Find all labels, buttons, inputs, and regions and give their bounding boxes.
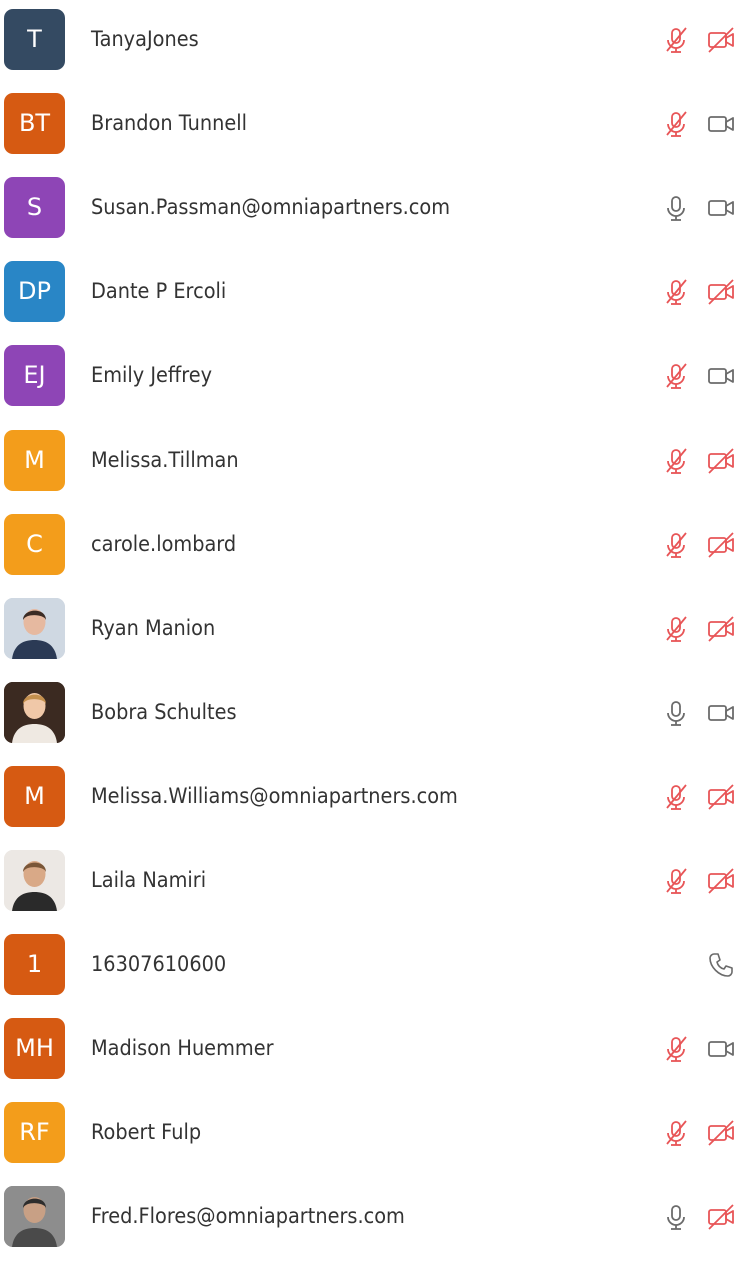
- camera-off-icon[interactable]: [705, 445, 737, 477]
- camera-off-icon[interactable]: [705, 865, 737, 897]
- participant-row[interactable]: Bobra Schultes: [0, 681, 742, 766]
- participant-row[interactable]: S Susan.Passman@omniapartners.com: [0, 177, 742, 261]
- avatar-initials: 1: [4, 934, 65, 996]
- camera-icon[interactable]: [705, 697, 737, 729]
- avatar-initials: C: [4, 513, 65, 575]
- participant-row[interactable]: Fred.Flores@omniapartners.com: [0, 1186, 742, 1270]
- participant-name: Dante P Ercoli: [91, 279, 227, 304]
- phone-icon[interactable]: [705, 949, 737, 981]
- participant-name: Fred.Flores@omniapartners.com: [91, 1204, 405, 1229]
- avatar-initials: EJ: [4, 345, 65, 407]
- camera-off-icon[interactable]: [705, 1117, 737, 1149]
- participant-list: T TanyaJones BT Brandon Tunnell S Susan.Passm…: [0, 0, 742, 1248]
- participant-name: Emily Jeffrey: [91, 363, 213, 388]
- participant-name: Madison Huemmer: [91, 1036, 274, 1061]
- participant-name: Brandon Tunnell: [91, 111, 247, 136]
- participant-row[interactable]: T TanyaJones: [0, 9, 742, 93]
- mic-muted-icon[interactable]: [660, 1117, 692, 1149]
- participant-row[interactable]: M Melissa.Williams@omniapartners.com: [0, 765, 742, 850]
- mic-muted-icon[interactable]: [660, 1033, 692, 1065]
- mic-icon[interactable]: [660, 1201, 692, 1233]
- participant-row[interactable]: EJ Emily Jeffrey: [0, 345, 742, 429]
- camera-off-icon[interactable]: [705, 781, 737, 813]
- avatar-photo: [4, 597, 65, 659]
- avatar-photo: [4, 850, 65, 911]
- avatar-initials: DP: [4, 261, 65, 323]
- camera-icon[interactable]: [705, 108, 737, 140]
- avatar-initials: M: [4, 765, 65, 827]
- avatar-initials: M: [4, 429, 65, 491]
- avatar-initials: S: [4, 177, 65, 239]
- participant-row[interactable]: 1 16307610600: [0, 934, 742, 1018]
- participant-name: TanyaJones: [91, 27, 199, 51]
- avatar-initials: T: [4, 9, 65, 70]
- mic-muted-icon[interactable]: [660, 24, 692, 56]
- avatar-photo: [4, 681, 65, 743]
- participant-name: Robert Fulp: [91, 1120, 202, 1145]
- participant-row[interactable]: DP Dante P Ercoli: [0, 261, 742, 345]
- camera-off-icon[interactable]: [705, 613, 737, 645]
- participant-name: carole.lombard: [91, 531, 237, 556]
- avatar-initials: BT: [4, 93, 65, 155]
- participant-row[interactable]: BT Brandon Tunnell: [0, 93, 742, 177]
- participant-row[interactable]: Laila Namiri: [0, 850, 742, 934]
- avatar-photo: [4, 1186, 65, 1248]
- participant-name: Susan.Passman@omniapartners.com: [91, 195, 451, 220]
- avatar-initials: RF: [4, 1102, 65, 1164]
- mic-muted-icon[interactable]: [660, 613, 692, 645]
- participant-name: Bobra Schultes: [91, 699, 237, 724]
- camera-off-icon[interactable]: [705, 24, 737, 56]
- participant-row[interactable]: Ryan Manion: [0, 597, 742, 682]
- mic-muted-icon[interactable]: [660, 108, 692, 140]
- participant-name: Melissa.Tillman: [91, 447, 239, 472]
- mic-muted-icon[interactable]: [660, 360, 692, 392]
- mic-icon[interactable]: [660, 192, 692, 224]
- mic-muted-icon[interactable]: [660, 865, 692, 897]
- mic-muted-icon[interactable]: [660, 529, 692, 561]
- camera-off-icon[interactable]: [705, 529, 737, 561]
- participant-row[interactable]: RF Robert Fulp: [0, 1102, 742, 1186]
- participant-row[interactable]: MH Madison Huemmer: [0, 1018, 742, 1102]
- mic-muted-icon[interactable]: [660, 445, 692, 477]
- participant-name: Ryan Manion: [91, 615, 216, 640]
- camera-off-icon[interactable]: [705, 1201, 737, 1233]
- camera-icon[interactable]: [705, 1033, 737, 1065]
- camera-icon[interactable]: [705, 192, 737, 224]
- participant-name: Melissa.Williams@omniapartners.com: [91, 783, 458, 808]
- participant-row[interactable]: M Melissa.Tillman: [0, 429, 742, 514]
- mic-icon[interactable]: [660, 697, 692, 729]
- participant-name: Laila Namiri: [91, 868, 207, 892]
- camera-off-icon[interactable]: [705, 276, 737, 308]
- camera-icon[interactable]: [705, 360, 737, 392]
- mic-muted-icon[interactable]: [660, 276, 692, 308]
- mic-muted-icon[interactable]: [660, 781, 692, 813]
- avatar-initials: MH: [4, 1018, 65, 1080]
- participant-name: 16307610600: [91, 952, 227, 977]
- participant-row[interactable]: Ccarole.lombard: [0, 513, 742, 598]
